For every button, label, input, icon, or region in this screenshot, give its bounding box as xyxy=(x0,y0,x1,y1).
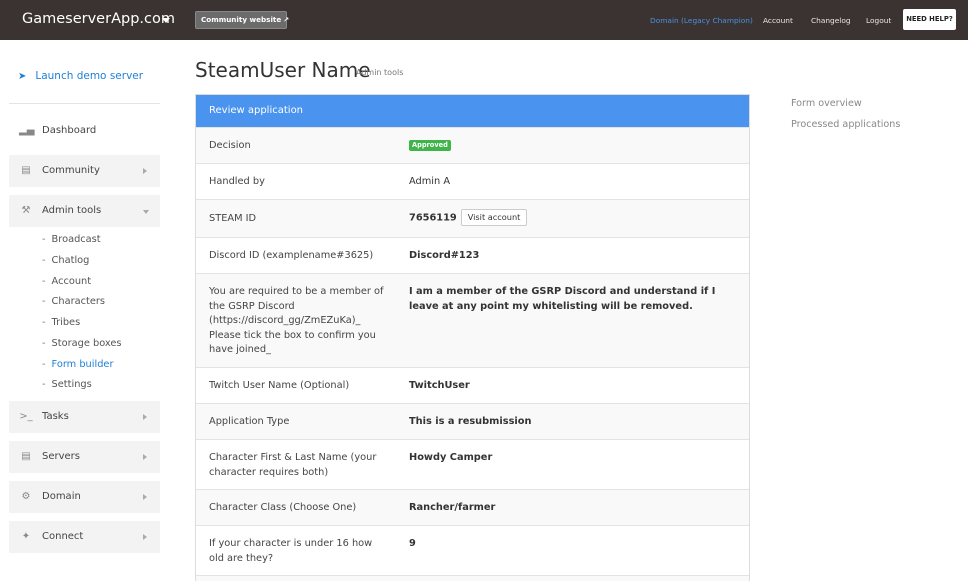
sidebar-item-label: Community xyxy=(42,165,100,176)
chevron-right-icon xyxy=(143,494,147,500)
rocket-icon: ➤ xyxy=(18,71,27,82)
need-help-button[interactable]: NEED HELP? xyxy=(903,9,956,30)
row-value: I am a member of the GSRP Discord and un… xyxy=(409,286,716,312)
chevron-right-icon xyxy=(143,414,147,420)
nav-logout-link[interactable]: Logout xyxy=(866,16,891,25)
row-label: STEAM ID xyxy=(209,213,257,224)
row-value: Approved xyxy=(409,139,739,154)
page-subtitle: Admin tools xyxy=(356,68,404,77)
chart-icon: ▂▄ xyxy=(19,125,35,136)
row-value: 9 xyxy=(409,538,416,549)
submenu-item-account[interactable]: - Account xyxy=(42,276,91,287)
sidebar-item-label: Domain xyxy=(42,491,81,502)
row-label: You are required to be a member of the G… xyxy=(209,286,384,355)
row-value: 7656119 Visit account xyxy=(409,209,739,226)
submenu-item-form-builder[interactable]: - Form builder xyxy=(42,359,114,370)
row-value: Howdy Camper xyxy=(409,452,493,463)
table-row: Character First & Last Name (your charac… xyxy=(196,439,749,489)
launch-demo-server-link[interactable]: ➤ Launch demo server xyxy=(18,70,143,82)
submenu-item-chatlog[interactable]: - Chatlog xyxy=(42,255,89,266)
wrench-icon: ⚒ xyxy=(21,205,31,216)
table-row: You are required to be a member of the G… xyxy=(196,273,749,367)
row-label: Character First & Last Name (your charac… xyxy=(209,452,377,478)
row-label: Handled by xyxy=(209,176,265,187)
row-value: Rancher/farmer xyxy=(409,502,496,513)
page-title: SteamUser Name xyxy=(195,58,371,82)
visit-account-button[interactable]: Visit account xyxy=(460,209,528,226)
submenu-item-storage-boxes[interactable]: - Storage boxes xyxy=(42,338,122,349)
plug-icon: ✦ xyxy=(21,531,31,542)
sidebar-divider xyxy=(9,103,160,104)
sidebar: ➤ Launch demo server ▂▄ Dashboard ▤ Comm… xyxy=(0,40,170,581)
sidebar-item-admin-tools[interactable]: ⚒ Admin tools xyxy=(9,195,160,227)
table-row: Application Type This is a resubmission xyxy=(196,403,749,439)
top-navbar: GameserverApp.com Community website ↗ Dom… xyxy=(0,0,968,40)
table-row xyxy=(196,575,749,581)
brand-dropdown-caret-icon[interactable] xyxy=(162,18,170,23)
row-value: Admin A xyxy=(409,176,451,187)
nav-account-link[interactable]: Account xyxy=(763,16,793,25)
nav-domain-link[interactable]: Domain (Legacy Champion) xyxy=(650,16,753,25)
terminal-icon: >_ xyxy=(19,411,33,422)
form-overview-link[interactable]: Form overview xyxy=(791,98,862,109)
sidebar-item-domain[interactable]: ⚙ Domain xyxy=(9,481,160,513)
row-value: Discord#123 xyxy=(409,250,480,261)
table-row: If your character is under 16 how old ar… xyxy=(196,525,749,575)
chevron-down-icon xyxy=(143,210,149,214)
status-badge: Approved xyxy=(409,139,451,151)
submenu-item-characters[interactable]: - Characters xyxy=(42,296,105,307)
community-website-label: Community website xyxy=(201,15,282,24)
row-value: TwitchUser xyxy=(409,380,470,391)
review-application-panel: Review application Decision Approved Han… xyxy=(195,94,750,581)
row-value: This is a resubmission xyxy=(409,416,532,427)
row-label: Twitch User Name (Optional) xyxy=(209,380,350,391)
sidebar-item-label: Admin tools xyxy=(42,205,102,216)
submenu-item-tribes[interactable]: - Tribes xyxy=(42,317,80,328)
gear-icon: ⚙ xyxy=(21,491,31,502)
row-label: Discord ID (examplename#3625) xyxy=(209,250,374,261)
table-row: Twitch User Name (Optional) TwitchUser xyxy=(196,367,749,403)
submenu-item-broadcast[interactable]: - Broadcast xyxy=(42,234,101,245)
sidebar-item-label: Connect xyxy=(42,531,84,542)
server-icon: ▤ xyxy=(21,451,31,462)
table-row: STEAM ID 7656119 Visit account xyxy=(196,199,749,237)
sidebar-item-connect[interactable]: ✦ Connect xyxy=(9,521,160,553)
row-label: If your character is under 16 how old ar… xyxy=(209,538,373,564)
sidebar-item-label: Tasks xyxy=(42,411,69,422)
nav-changelog-link[interactable]: Changelog xyxy=(811,16,851,25)
sidebar-item-label: Dashboard xyxy=(42,125,97,136)
launch-demo-label: Launch demo server xyxy=(35,70,144,82)
steam-id-value: 7656119 xyxy=(409,212,457,224)
chevron-right-icon xyxy=(143,454,147,460)
sidebar-item-tasks[interactable]: >_ Tasks xyxy=(9,401,160,433)
row-label: Application Type xyxy=(209,416,290,427)
chevron-right-icon xyxy=(143,168,147,174)
sidebar-item-community[interactable]: ▤ Community xyxy=(9,155,160,187)
sidebar-item-servers[interactable]: ▤ Servers xyxy=(9,441,160,473)
row-label: Character Class (Choose One) xyxy=(209,502,357,513)
table-row: Handled by Admin A xyxy=(196,163,749,199)
community-website-button[interactable]: Community website ↗ xyxy=(195,11,290,29)
processed-applications-link[interactable]: Processed applications xyxy=(791,119,900,130)
table-row: Character Class (Choose One) Rancher/far… xyxy=(196,489,749,525)
sidebar-item-label: Servers xyxy=(42,451,81,462)
table-row: Discord ID (examplename#3625) Discord#12… xyxy=(196,237,749,273)
sidebar-item-dashboard[interactable]: ▂▄ Dashboard xyxy=(9,115,160,147)
table-row: Decision Approved xyxy=(196,127,749,163)
panel-header: Review application xyxy=(196,95,749,127)
submenu-item-settings[interactable]: - Settings xyxy=(42,379,92,390)
row-label: Decision xyxy=(209,140,251,151)
brand-logo[interactable]: GameserverApp.com xyxy=(22,11,175,27)
external-link-icon: ↗ xyxy=(283,16,290,24)
window-icon: ▤ xyxy=(21,165,31,176)
chevron-right-icon xyxy=(143,534,147,540)
